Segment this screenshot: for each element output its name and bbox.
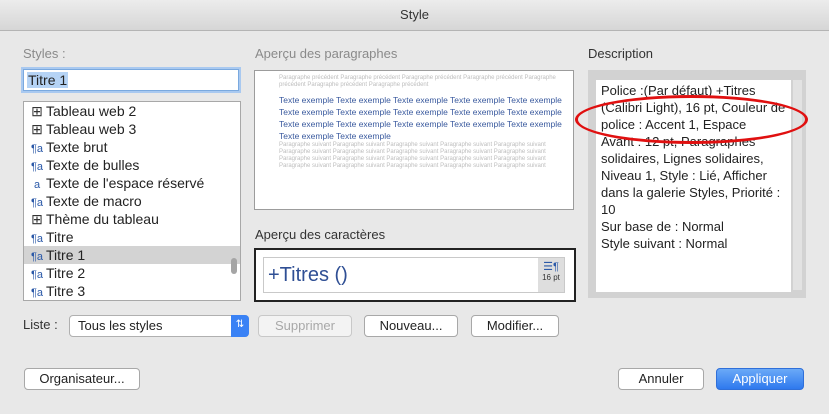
style-list-item-label: Tableau web 2 — [46, 103, 137, 119]
style-list-item-label: Tableau web 3 — [46, 121, 137, 137]
apply-button[interactable]: Appliquer — [716, 368, 804, 390]
style-list-item-label: Texte de l'espace réservé — [46, 175, 205, 191]
style-list-item[interactable]: a Texte de l'espace réservé — [24, 174, 240, 192]
style-list-item[interactable]: ⊞ Thème du tableau — [24, 210, 240, 228]
table-icon: ⊞ — [31, 103, 43, 119]
style-list-item-label: Texte brut — [46, 139, 108, 155]
style-list-item[interactable]: ¶a Titre 2 — [24, 264, 240, 282]
cancel-button[interactable]: Annuler — [618, 368, 704, 390]
linked-style-icon: ☰¶ — [543, 261, 559, 273]
style-list-item[interactable]: ⊞ Tableau web 3 — [24, 120, 240, 138]
paragraph-style-icon: ¶a — [30, 287, 44, 299]
style-list-item[interactable]: ¶a Titre 3 — [24, 282, 240, 300]
description-label: Description — [588, 46, 654, 61]
font-size-label: 16 pt — [542, 273, 560, 282]
table-icon: ⊞ — [31, 211, 43, 227]
paragraph-preview: Paragraphe précédent Paragraphe précéden… — [254, 70, 574, 210]
delete-button[interactable]: Supprimer — [258, 315, 352, 337]
character-preview-text: +Titres () — [268, 264, 348, 286]
style-list-item-label: Titre 2 — [46, 265, 86, 281]
table-icon: ⊞ — [31, 121, 43, 137]
next-paragraph-text: Paragraphe suivant Paragraphe suivant Pa… — [279, 142, 546, 169]
style-list-item[interactable]: ⊞ Tableau web 2 — [24, 102, 240, 120]
style-list-item-label: Titre 3 — [46, 283, 86, 299]
style-list-item[interactable]: ¶a Titre 1 — [24, 246, 240, 264]
styles-label: Styles : — [23, 46, 66, 61]
window-titlebar: Style — [0, 0, 829, 31]
organizer-button[interactable]: Organisateur... — [24, 368, 140, 390]
new-button[interactable]: Nouveau... — [364, 315, 458, 337]
style-name-value[interactable]: Titre 1 — [27, 72, 69, 88]
list-filter-select[interactable]: Tous les styles ⇅ — [69, 315, 249, 337]
style-list-item-label: Thème du tableau — [46, 211, 159, 227]
list-filter-value: Tous les styles — [78, 318, 163, 333]
styles-list-scrollbar[interactable] — [231, 258, 237, 274]
style-list-item-label: Titre 1 — [46, 247, 86, 263]
style-list-item-label: Texte de bulles — [46, 157, 140, 173]
style-name-field[interactable]: Titre 1 — [23, 69, 239, 91]
style-list-item-label: Titre — [46, 229, 74, 245]
modify-button[interactable]: Modifier... — [471, 315, 559, 337]
style-list-item-label: Texte de macro — [46, 193, 142, 209]
style-list-item[interactable]: ¶a Texte de macro — [24, 192, 240, 210]
previous-paragraph-text: Paragraphe précédent Paragraphe précéden… — [279, 75, 556, 88]
character-preview: +Titres () ☰¶ 16 pt — [254, 248, 576, 302]
annotation-ellipse — [575, 95, 808, 144]
style-type-badge: ☰¶ 16 pt — [538, 258, 564, 292]
styles-list[interactable]: ⊞ Tableau web 2 ⊞ Tableau web 3 ¶a Texte brut… — [23, 101, 241, 301]
character-preview-label: Aperçu des caractères — [255, 227, 386, 242]
paragraph-preview-label: Aperçu des paragraphes — [255, 46, 398, 61]
list-label: Liste : — [23, 317, 58, 332]
sample-text: Texte exemple Texte exemple Texte exempl… — [279, 95, 562, 141]
select-arrows-icon: ⇅ — [231, 315, 249, 337]
style-list-item[interactable]: ¶a Texte brut — [24, 138, 240, 156]
window-title: Style — [400, 7, 429, 22]
style-list-item[interactable]: ¶a Texte de bulles — [24, 156, 240, 174]
style-list-item[interactable]: ¶a Titre — [24, 228, 240, 246]
